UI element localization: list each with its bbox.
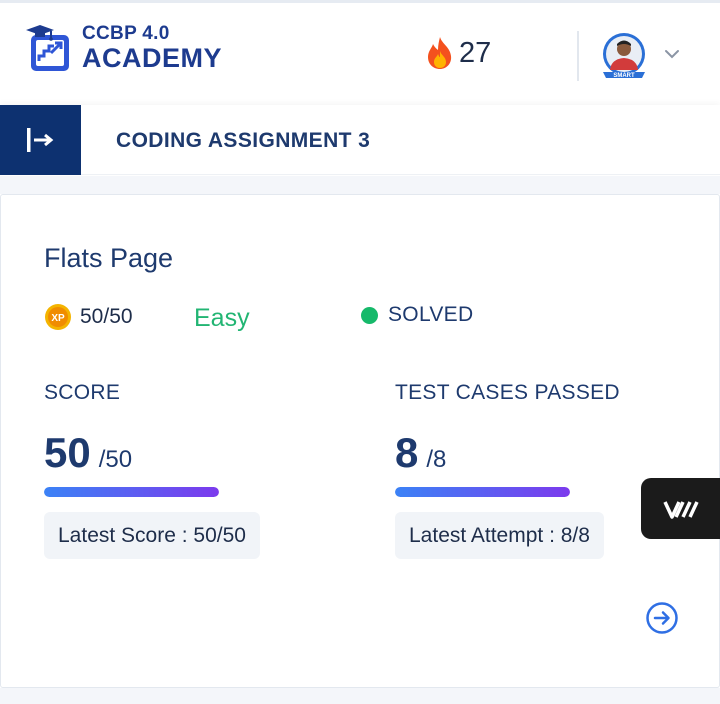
- logo-text-line2: ACADEMY: [82, 43, 223, 73]
- streak-count: 27: [459, 36, 492, 69]
- fire-icon: [428, 37, 452, 69]
- section-gap: [0, 176, 720, 194]
- sidebar-toggle-button[interactable]: [0, 105, 81, 175]
- academy-logo-icon: [26, 25, 69, 71]
- logo-text-line1: CCBP 4.0: [82, 23, 170, 44]
- question-card[interactable]: Flats Page XP 50/50 Easy SOLVED SCORE 50…: [0, 194, 720, 688]
- academy-logo[interactable]: CCBP 4.0 ACADEMY: [24, 23, 222, 73]
- status-text: SOLVED: [388, 303, 474, 326]
- question-title: Flats Page: [44, 243, 174, 273]
- arrow-right-circle-icon[interactable]: [645, 601, 679, 635]
- profile-avatar[interactable]: SMART: [597, 32, 651, 80]
- w-logo-icon: [662, 500, 699, 519]
- floating-widget-button[interactable]: [641, 478, 720, 539]
- score-label: SCORE: [44, 381, 121, 404]
- tests-value-group: 8 /8: [395, 429, 446, 477]
- assignment-header: CODING ASSIGNMENT 3: [0, 105, 720, 175]
- tests-progress-fill: [395, 487, 570, 497]
- xp-info: XP 50/50: [44, 303, 133, 331]
- difficulty-label: Easy: [194, 304, 250, 332]
- latest-score-chip: Latest Score : 50/50: [44, 512, 260, 559]
- sidebar-toggle-icon: [26, 128, 53, 152]
- assignment-title: CODING ASSIGNMENT 3: [116, 129, 371, 152]
- xp-coin-label: XP: [51, 313, 65, 324]
- tests-label: TEST CASES PASSED: [395, 381, 620, 404]
- xp-value: 50/50: [80, 305, 133, 328]
- status-dot-icon: [361, 306, 378, 324]
- score-value-group: 50 /50: [44, 429, 132, 477]
- tests-progress-bar: [395, 487, 570, 497]
- score-max: /50: [98, 446, 133, 473]
- tests-value: 8: [395, 429, 419, 476]
- chevron-down-icon[interactable]: [663, 48, 681, 60]
- tests-max: /8: [426, 446, 447, 473]
- score-progress-fill: [44, 487, 219, 497]
- streak-counter[interactable]: 27: [425, 36, 491, 70]
- score-progress-bar: [44, 487, 219, 497]
- score-value: 50: [44, 429, 91, 476]
- app-header: CCBP 4.0 ACADEMY 27 SMART: [0, 3, 720, 105]
- status-badge: SOLVED: [361, 303, 473, 327]
- latest-attempt-chip: Latest Attempt : 8/8: [395, 512, 604, 559]
- header-divider: [577, 31, 579, 81]
- xp-coin-icon: XP: [45, 304, 71, 330]
- avatar-badge: SMART: [613, 73, 635, 79]
- bottom-gap: [0, 688, 720, 704]
